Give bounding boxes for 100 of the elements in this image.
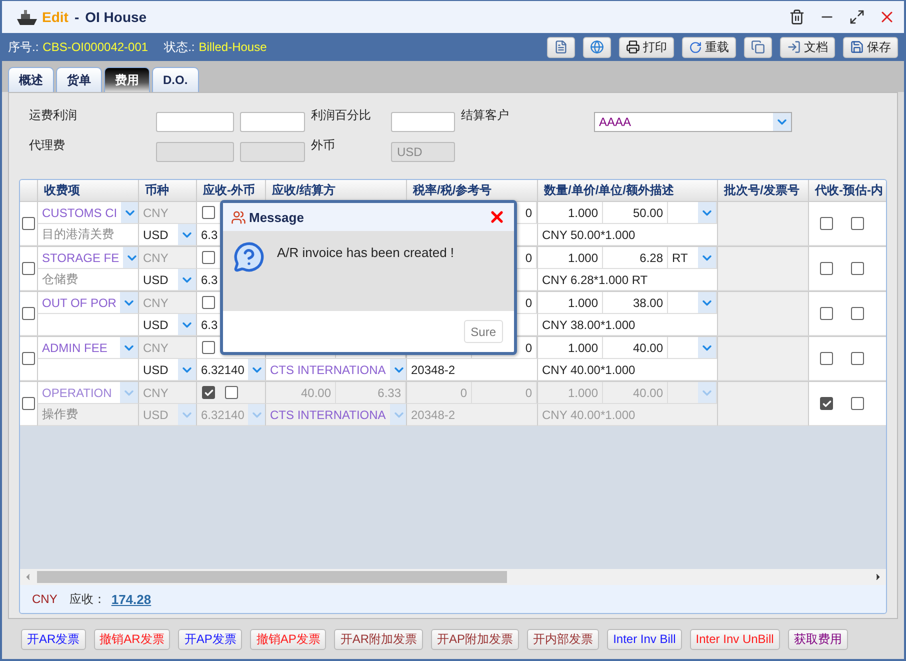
description-cell-text: CNY 38.00*1.000 xyxy=(541,318,636,332)
percent-field[interactable] xyxy=(391,112,455,132)
charge-item[interactable]: ADMIN FEE xyxy=(38,340,120,354)
base-currency: CNY xyxy=(142,206,170,220)
tab[interactable]: 概述 xyxy=(8,67,54,92)
foreign-checkbox[interactable] xyxy=(202,341,215,354)
foreign-field: USD xyxy=(391,142,455,162)
tax-cell-text: 0 xyxy=(524,250,533,264)
profit-label: 运费利润 xyxy=(29,107,78,124)
document-icon xyxy=(554,40,568,54)
unit-cell-text: RT xyxy=(671,250,689,264)
row-checkbox[interactable] xyxy=(22,262,35,275)
close-icon[interactable] xyxy=(488,208,506,226)
flag-checkbox[interactable] xyxy=(820,262,833,275)
tax-cell-text: 0 xyxy=(524,296,533,310)
tax-cell-text: 0 xyxy=(524,206,533,220)
import-button[interactable]: 文档 xyxy=(780,36,835,58)
flag-checkbox[interactable] xyxy=(820,307,833,320)
delete-icon[interactable] xyxy=(788,8,806,26)
charge-item[interactable]: STORAGE FE xyxy=(38,250,124,264)
base-currency: CNY xyxy=(142,386,170,400)
description-cell-text: CNY 6.28*1.000 RT xyxy=(541,272,649,286)
save-icon xyxy=(850,40,864,54)
copy-button[interactable] xyxy=(744,36,772,58)
price-cell-text: 6.28 xyxy=(638,250,664,264)
flag-checkbox[interactable] xyxy=(851,217,864,230)
receivable-link[interactable]: 174.28 xyxy=(111,592,152,606)
currency-select[interactable]: USD xyxy=(139,272,178,286)
reload-button[interactable]: 重载 xyxy=(682,36,736,58)
receivable-label: 应收： xyxy=(69,590,106,608)
rate-field[interactable]: 6.32140 xyxy=(197,362,248,376)
action-button[interactable]: 开AR发票 xyxy=(21,628,86,650)
foreign-checkbox[interactable] xyxy=(202,251,215,264)
sure-button[interactable]: Sure xyxy=(464,320,503,343)
tax-cell-text: 0 xyxy=(459,386,468,400)
row-checkbox[interactable] xyxy=(22,307,35,320)
row-checkbox[interactable] xyxy=(22,352,35,365)
tab[interactable]: 货单 xyxy=(56,67,102,92)
quantity-cell-text: 1.000 xyxy=(566,250,599,264)
base-currency: CNY xyxy=(142,250,170,264)
currency-select[interactable]: USD xyxy=(139,362,178,376)
quantity-cell-text: 1.000 xyxy=(566,206,599,220)
reference-cell-text: 20348-2 xyxy=(410,408,456,422)
import-icon xyxy=(787,40,801,54)
party-select[interactable]: CTS INTERNATIONA xyxy=(266,362,390,376)
horizontal-scrollbar[interactable] xyxy=(20,569,886,585)
globe-button[interactable] xyxy=(583,36,611,58)
agency-field xyxy=(240,142,305,162)
reference-cell-text: 20348-2 xyxy=(410,362,456,376)
foreign-label: 外币 xyxy=(311,137,336,154)
action-button[interactable]: 获取费用 xyxy=(788,628,848,650)
price-cell-text: 40.00 xyxy=(632,386,664,400)
description-cell-text: CNY 40.00*1.000 xyxy=(541,362,636,376)
action-button[interactable]: 开AP附加发票 xyxy=(431,628,520,650)
profit-field[interactable] xyxy=(156,112,234,132)
flag-checkbox[interactable] xyxy=(820,352,833,365)
footer-currency: CNY xyxy=(32,592,58,606)
price-cell-text: 38.00 xyxy=(632,296,664,310)
agency-label: 代理费 xyxy=(29,137,66,154)
charge-note: 目的港清关费 xyxy=(41,226,115,243)
serial-label: 序号.: xyxy=(8,38,39,56)
action-button[interactable]: Inter Inv Bill xyxy=(607,628,682,650)
action-button[interactable]: 开AP发票 xyxy=(178,628,242,650)
globe-icon xyxy=(590,40,604,54)
flag-checkbox[interactable] xyxy=(820,217,833,230)
status-value: Billed-House xyxy=(198,40,267,54)
charge-item[interactable]: CUSTOMS CI xyxy=(38,206,122,220)
currency-select[interactable]: USD xyxy=(139,318,178,332)
base-currency: CNY xyxy=(142,296,170,310)
maximize-icon[interactable] xyxy=(848,8,866,26)
tab[interactable]: 费用 xyxy=(104,67,150,92)
copy-icon xyxy=(751,40,765,54)
flag-checkbox[interactable] xyxy=(851,307,864,320)
customer-select[interactable]: AAAA xyxy=(594,112,792,132)
row-checkbox[interactable] xyxy=(22,217,35,230)
flag-checkbox[interactable] xyxy=(851,352,864,365)
action-button[interactable]: 开内部发票 xyxy=(527,628,600,650)
profit-field[interactable] xyxy=(240,112,305,132)
currency-select[interactable]: USD xyxy=(139,228,178,242)
action-button[interactable]: 开AR附加发票 xyxy=(334,628,424,650)
amount-cell-text: 6.33 xyxy=(376,386,402,400)
save-button[interactable]: 保存 xyxy=(843,36,898,58)
tab[interactable]: D.O. xyxy=(152,67,199,92)
status-label: 状态.: xyxy=(164,38,195,56)
print-button[interactable]: 打印 xyxy=(619,36,674,58)
foreign-checkbox[interactable] xyxy=(202,296,215,309)
print-icon xyxy=(626,40,640,54)
ship-icon xyxy=(16,8,38,26)
question-icon xyxy=(233,241,265,273)
title-separator: - xyxy=(74,9,80,25)
flag-checkbox[interactable] xyxy=(851,262,864,275)
foreign-checkbox[interactable] xyxy=(202,206,215,219)
charge-item[interactable]: OUT OF POR xyxy=(38,296,120,310)
price-cell-text: 50.00 xyxy=(632,206,664,220)
dialog-title: Message xyxy=(249,210,305,224)
document-button[interactable] xyxy=(547,36,575,58)
charge-note: 仓储费 xyxy=(41,271,79,288)
quantity-cell-text: 1.000 xyxy=(566,340,599,354)
description-cell-text: CNY 40.00*1.000 xyxy=(541,408,636,422)
percent-label: 利润百分比 xyxy=(311,107,372,124)
